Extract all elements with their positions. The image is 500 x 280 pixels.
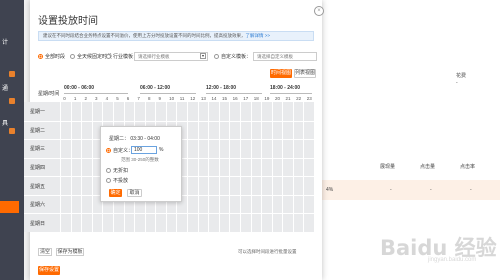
- day-label: 星期四: [30, 165, 46, 171]
- radio-checked-icon: [106, 148, 111, 154]
- save-settings-button[interactable]: 保存设置: [38, 266, 60, 275]
- block-label-4: 18:00 - 24:00: [270, 85, 301, 91]
- footer-note: 可以选择时间段进行批量设置: [238, 249, 297, 254]
- info-notice: 建议在不同时段结合业务特点设置不同溢价，使用上方分时投放设置不同的时间比例，提高…: [38, 31, 314, 41]
- bg-column-spend: 花费: [456, 73, 467, 79]
- hour-number: 1: [73, 96, 77, 101]
- hour-number: 21: [285, 96, 291, 101]
- nav-item-2[interactable]: 通: [0, 84, 24, 95]
- chevron-down-icon: ▾: [200, 53, 206, 59]
- hour-number: 10: [169, 96, 175, 101]
- save-template-button[interactable]: 保存为模板: [56, 248, 84, 256]
- hour-number: 3: [95, 96, 98, 101]
- radio-icon: [70, 54, 75, 60]
- popup-custom-label: 自定义：: [113, 148, 134, 154]
- hour-number: 6: [126, 96, 130, 101]
- popup-no-discount-label: 无折扣: [113, 168, 129, 174]
- day-label: 星期六: [30, 202, 46, 209]
- day-label: 星期一: [30, 109, 46, 116]
- grid-hline: [24, 213, 314, 215]
- bg-row-dash-2: -: [430, 187, 432, 193]
- nav-badge-2: [9, 98, 15, 104]
- block-divider: [206, 93, 262, 94]
- list-view-button[interactable]: 列表视图: [294, 69, 316, 78]
- radio-icon: [106, 54, 111, 60]
- bg-highlight-row: [322, 180, 500, 200]
- bg-row-dash-3: -: [470, 187, 472, 193]
- bg-column-spend-value: -: [456, 80, 458, 86]
- nav-badge-1: [9, 71, 15, 77]
- popup-confirm-button[interactable]: 确定: [109, 189, 122, 197]
- hour-number: 18: [253, 96, 259, 101]
- popup-option-custom[interactable]: 自定义：: [106, 147, 133, 154]
- schedule-corner-label: 星期/时间: [38, 91, 60, 97]
- modal-title: 设置投放时间: [38, 16, 98, 27]
- option-all-label: 全部时段: [45, 54, 66, 60]
- popup-time-range: 星期二： 03:30 - 04:00: [109, 136, 160, 142]
- block-divider: [64, 93, 128, 94]
- block-divider: [270, 93, 312, 94]
- hour-number: 15: [222, 96, 228, 101]
- hour-number: 16: [232, 96, 238, 101]
- block-label-2: 06:00 - 12:00: [140, 85, 171, 91]
- hour-number: 22: [296, 96, 302, 101]
- nav-item-1[interactable]: 计: [0, 38, 24, 49]
- hour-number: 17: [243, 96, 249, 101]
- custom-template-select[interactable]: 请选择自定义模板: [253, 52, 317, 61]
- bg-row-value: 4%: [326, 187, 334, 193]
- popup-option-no-discount[interactable]: 无折扣: [106, 167, 128, 174]
- popup-percent-unit: %: [159, 147, 164, 153]
- radio-checked-icon: [38, 54, 43, 60]
- hour-number: 20: [274, 96, 280, 101]
- radio-icon: [106, 168, 111, 174]
- slot-edit-popup: 星期二： 03:30 - 04:00 自定义： 100 % 范围 30-250的…: [100, 126, 182, 202]
- popup-percent-input[interactable]: 100: [131, 146, 157, 154]
- radio-icon: [214, 54, 219, 60]
- hour-number: 13: [200, 96, 206, 101]
- hour-number: 9: [158, 96, 162, 101]
- watermark-url: jingyan.baidu.com: [428, 257, 477, 263]
- day-label: 星期三: [30, 146, 46, 153]
- nav-badge-3: [9, 128, 15, 134]
- hour-number: 5: [116, 96, 119, 101]
- bg-column-c: 点击率: [460, 164, 476, 170]
- hour-number: 12: [190, 96, 196, 101]
- close-icon[interactable]: ×: [314, 6, 324, 16]
- block-label-1: 00:00 - 06:00: [64, 85, 95, 91]
- radio-icon: [106, 178, 111, 184]
- day-label: 星期日: [30, 220, 46, 227]
- popup-hint: 范围 30-250的整数: [121, 157, 159, 162]
- block-divider: [140, 93, 196, 94]
- time-view-button[interactable]: 时间视图: [270, 69, 292, 78]
- watermark-logo: Baidu 经验 jingyan.baidu.com: [380, 232, 497, 266]
- popup-cancel-button[interactable]: 取消: [127, 189, 142, 197]
- popup-option-off[interactable]: 不投放: [106, 177, 128, 184]
- bg-column-a: 展现量: [380, 164, 396, 170]
- clear-button[interactable]: 清空: [38, 248, 52, 256]
- grid-hline: [24, 120, 314, 122]
- grid-vline: [314, 102, 315, 232]
- popup-off-label: 不投放: [113, 178, 129, 184]
- hour-number: 2: [84, 96, 87, 101]
- hour-number: 11: [179, 96, 185, 101]
- hour-number: 19: [264, 96, 270, 101]
- notice-text: 建议在不同时段结合业务特点设置不同溢价，使用上方分时投放设置不同的时间比例，提高…: [43, 33, 246, 38]
- hour-number: 0: [63, 96, 66, 101]
- hour-number: 8: [147, 96, 151, 101]
- notice-link[interactable]: 了解详情 >>: [246, 33, 271, 38]
- nav-item-active[interactable]: [0, 201, 19, 213]
- option-custom-template[interactable]: 自定义模板：: [214, 53, 251, 61]
- hour-number: 23: [306, 96, 312, 101]
- industry-template-select[interactable]: 请选择行业模板: [134, 52, 208, 61]
- bg-column-b: 点击量: [420, 164, 436, 170]
- hour-number: 4: [105, 96, 109, 101]
- day-label: 星期五: [30, 183, 46, 190]
- block-label-3: 12:00 - 18:00: [206, 85, 237, 91]
- option-all-time[interactable]: 全部时段: [38, 53, 65, 61]
- hour-number: 7: [137, 96, 140, 101]
- day-label: 星期二: [30, 127, 46, 134]
- hour-number: 14: [211, 96, 217, 101]
- bg-row-dash-1: -: [390, 187, 392, 193]
- option-custom-label: 自定义模板：: [221, 54, 252, 60]
